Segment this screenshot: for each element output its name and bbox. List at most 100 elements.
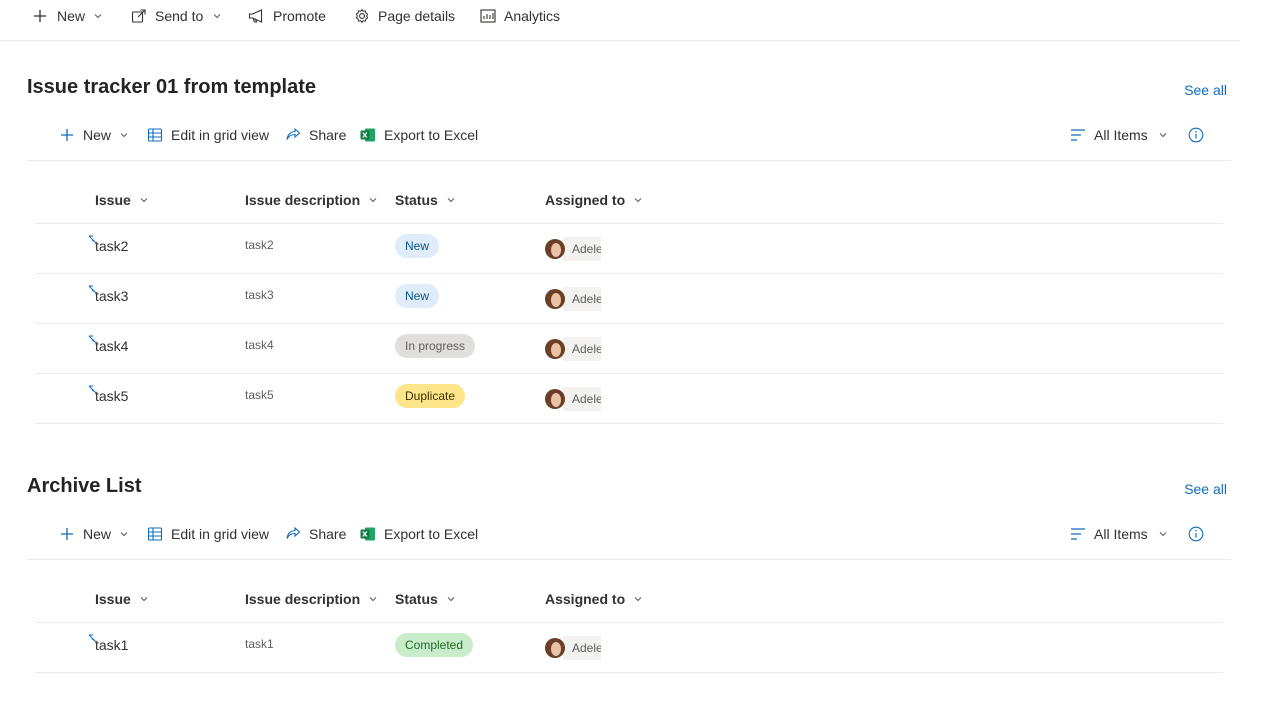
chevron-down-icon <box>139 594 149 604</box>
new-menu-label: New <box>57 8 86 24</box>
export-excel-button[interactable]: Export to Excel <box>360 524 478 544</box>
column-header-issue[interactable]: Issue <box>95 591 149 607</box>
table-row[interactable]: task2 task2 New Adele <box>35 224 1223 274</box>
chevron-down-icon <box>93 11 103 21</box>
assignee-name: Adele <box>563 387 601 411</box>
analytics-label: Analytics <box>504 8 561 24</box>
chevron-down-icon <box>446 594 456 604</box>
status-badge: New <box>395 234 440 258</box>
column-header-label: Issue <box>95 192 131 208</box>
column-header-label: Status <box>395 192 438 208</box>
plus-icon <box>59 526 75 542</box>
assignee-name: Adele <box>563 337 601 361</box>
column-header-assigned[interactable]: Assigned to <box>545 192 643 208</box>
table-header: Issue Issue description Status Assigned … <box>35 577 1223 623</box>
chevron-down-icon <box>1158 130 1168 140</box>
issue-title[interactable]: task2 <box>95 238 128 254</box>
share-button[interactable]: Share <box>285 524 346 544</box>
plus-icon <box>59 127 75 143</box>
status-badge: New <box>395 284 440 308</box>
table-row[interactable]: task3 task3 New Adele <box>35 274 1223 324</box>
avatar <box>545 339 565 359</box>
column-header-issue[interactable]: Issue <box>95 192 149 208</box>
chevron-down-icon <box>212 11 222 21</box>
assignee[interactable]: Adele <box>545 387 601 411</box>
megaphone-icon <box>248 8 266 24</box>
edit-grid-button[interactable]: Edit in grid view <box>147 125 269 145</box>
new-menu-button[interactable]: New <box>32 6 103 26</box>
issue-title[interactable]: task5 <box>95 388 128 404</box>
see-all-link[interactable]: See all <box>1184 481 1227 497</box>
table-header: Issue Issue description Status Assigned … <box>35 178 1223 224</box>
view-label: All Items <box>1094 526 1148 542</box>
column-header-assigned[interactable]: Assigned to <box>545 591 643 607</box>
assignee[interactable]: Adele <box>545 287 601 311</box>
info-button[interactable] <box>1188 125 1212 145</box>
assignee[interactable]: Adele <box>545 636 601 660</box>
promote-label: Promote <box>273 8 326 24</box>
share-button[interactable]: Share <box>285 125 346 145</box>
assignee-name: Adele <box>563 636 601 660</box>
table-row[interactable]: task1 task1 Completed Adele <box>35 623 1223 673</box>
new-item-label: New <box>83 127 112 143</box>
column-header-label: Status <box>395 591 438 607</box>
edit-grid-label: Edit in grid view <box>171 526 270 542</box>
chevron-down-icon <box>1158 529 1168 539</box>
column-header-status[interactable]: Status <box>395 192 456 208</box>
column-header-description[interactable]: Issue description <box>245 192 378 208</box>
column-header-status[interactable]: Status <box>395 591 456 607</box>
new-item-label: New <box>83 526 112 542</box>
info-icon <box>1188 526 1204 542</box>
assignee-name: Adele <box>563 287 601 311</box>
share-label: Share <box>309 526 347 542</box>
edit-grid-button[interactable]: Edit in grid view <box>147 524 269 544</box>
issue-description: task2 <box>245 238 274 252</box>
send-to-button[interactable]: Send to <box>131 6 222 26</box>
column-header-label: Issue <box>95 591 131 607</box>
status-badge: Completed <box>395 633 474 657</box>
assignee[interactable]: Adele <box>545 237 601 261</box>
issue-description: task4 <box>245 338 274 352</box>
share-label: Share <box>309 127 347 143</box>
view-selector[interactable]: All Items <box>1070 524 1168 544</box>
view-label: All Items <box>1094 127 1148 143</box>
see-all-link[interactable]: See all <box>1184 82 1227 98</box>
page-details-label: Page details <box>378 8 456 24</box>
avatar <box>545 289 565 309</box>
assignee-name: Adele <box>563 237 601 261</box>
table-row[interactable]: task5 task5 Duplicate Adele <box>35 374 1223 424</box>
export-excel-label: Export to Excel <box>384 127 479 143</box>
assignee[interactable]: Adele <box>545 337 601 361</box>
grid-icon <box>147 526 163 542</box>
issue-description: task3 <box>245 288 274 302</box>
issue-title[interactable]: task4 <box>95 338 128 354</box>
info-button[interactable] <box>1188 524 1212 544</box>
plus-icon <box>32 8 48 24</box>
new-item-button[interactable]: New <box>59 524 129 544</box>
new-item-button[interactable]: New <box>59 125 129 145</box>
excel-icon <box>360 127 376 143</box>
column-header-description[interactable]: Issue description <box>245 591 378 607</box>
column-header-label: Issue description <box>245 591 361 607</box>
issue-title[interactable]: task1 <box>95 637 128 653</box>
analytics-button[interactable]: Analytics <box>480 6 560 26</box>
info-icon <box>1188 127 1204 143</box>
column-header-label: Assigned to <box>545 591 626 607</box>
status-badge: In progress <box>395 334 476 358</box>
list-view-icon <box>1070 526 1086 542</box>
export-excel-label: Export to Excel <box>384 526 479 542</box>
issue-title[interactable]: task3 <box>95 288 128 304</box>
page-details-button[interactable]: Page details <box>354 6 455 26</box>
chevron-down-icon <box>633 195 643 205</box>
chevron-down-icon <box>368 594 378 604</box>
issue-description: task1 <box>245 637 274 651</box>
export-excel-button[interactable]: Export to Excel <box>360 125 478 145</box>
promote-button[interactable]: Promote <box>248 6 326 26</box>
avatar <box>545 239 565 259</box>
gear-icon <box>354 8 370 24</box>
chevron-down-icon <box>139 195 149 205</box>
table-row[interactable]: task4 task4 In progress Adele <box>35 324 1223 374</box>
status-badge: Duplicate <box>395 384 466 408</box>
list-view-icon <box>1070 127 1086 143</box>
view-selector[interactable]: All Items <box>1070 125 1168 145</box>
